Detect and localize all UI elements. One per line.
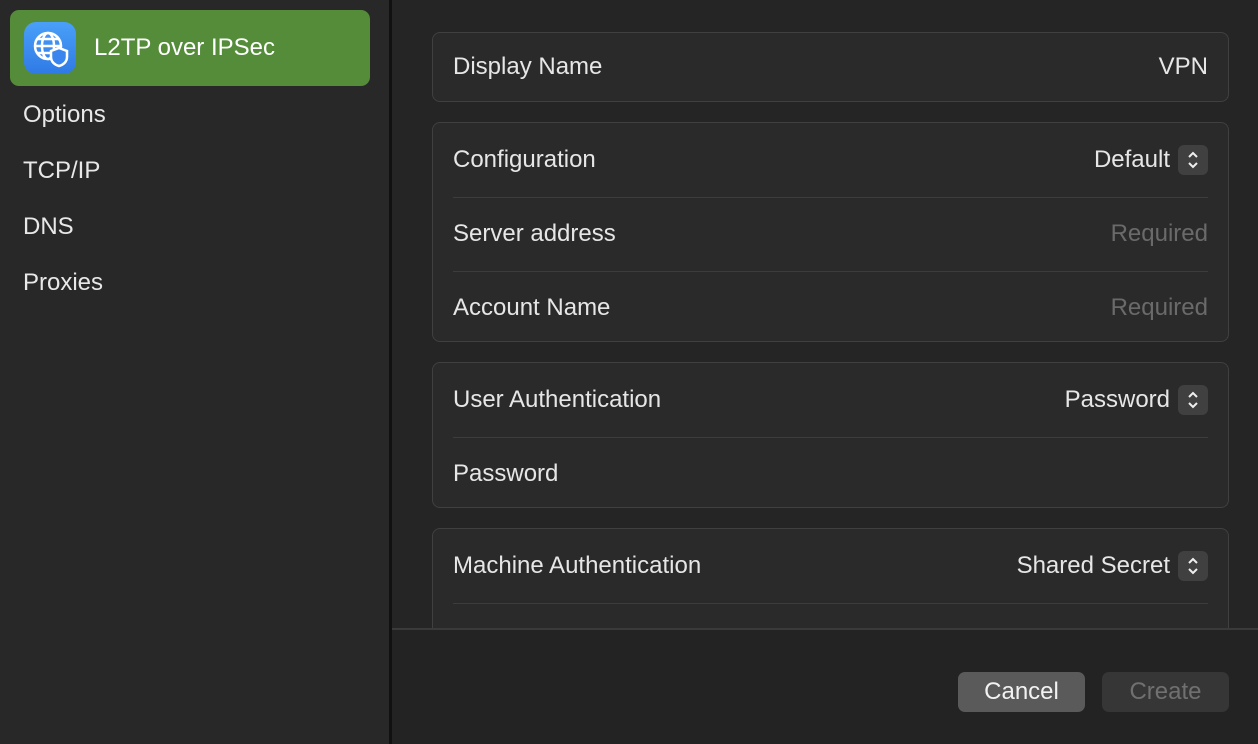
machine-auth-group: Machine Authentication Shared Secret (432, 528, 1229, 628)
chevron-up-down-icon (1178, 145, 1208, 175)
server-address-row: Server address Required (433, 197, 1228, 271)
sidebar-item-tcpip[interactable]: TCP/IP (23, 157, 100, 185)
user-authentication-popup[interactable]: Password (1065, 385, 1208, 415)
user-authentication-row: User Authentication Password (433, 363, 1228, 437)
sidebar-item-proxies[interactable]: Proxies (23, 269, 103, 297)
shared-secret-row (433, 603, 1228, 628)
settings-form: Display Name VPN Configuration Default S… (392, 0, 1258, 628)
configuration-popup[interactable]: Default (1094, 145, 1208, 175)
sidebar-item-dns[interactable]: DNS (23, 213, 74, 241)
user-auth-group: User Authentication Password Password (432, 362, 1229, 508)
chevron-up-down-icon (1178, 551, 1208, 581)
configuration-row: Configuration Default (433, 123, 1228, 197)
configuration-label: Configuration (453, 146, 596, 174)
account-name-label: Account Name (453, 294, 610, 322)
cancel-button[interactable]: Cancel (958, 672, 1085, 712)
password-row[interactable]: Password (433, 437, 1228, 508)
display-name-row[interactable]: Display Name VPN (433, 33, 1228, 101)
machine-authentication-popup[interactable]: Shared Secret (1017, 551, 1208, 581)
sidebar-item-options[interactable]: Options (23, 101, 106, 129)
server-group: Configuration Default Server address Req… (432, 122, 1229, 342)
password-label: Password (453, 460, 558, 488)
server-address-input[interactable]: Required (1111, 220, 1208, 248)
chevron-up-down-icon (1178, 385, 1208, 415)
user-authentication-label: User Authentication (453, 386, 661, 414)
server-address-label: Server address (453, 220, 616, 248)
configuration-value: Default (1094, 146, 1170, 174)
machine-authentication-row: Machine Authentication Shared Secret (433, 529, 1228, 603)
sidebar: L2TP over IPSec Options TCP/IP DNS Proxi… (0, 0, 390, 744)
account-name-row: Account Name Required (433, 271, 1228, 342)
create-button[interactable]: Create (1102, 672, 1229, 712)
machine-authentication-value: Shared Secret (1017, 552, 1170, 580)
account-name-input[interactable]: Required (1111, 294, 1208, 322)
dialog-footer: Cancel Create (392, 628, 1258, 744)
display-name-label: Display Name (453, 53, 602, 81)
sidebar-item-l2tp[interactable]: L2TP over IPSec (10, 10, 370, 86)
display-name-group: Display Name VPN (432, 32, 1229, 102)
user-authentication-value: Password (1065, 386, 1170, 414)
sidebar-item-label: L2TP over IPSec (94, 34, 275, 62)
machine-authentication-label: Machine Authentication (453, 552, 701, 580)
vpn-globe-shield-icon (24, 22, 76, 74)
display-name-field[interactable]: VPN (1159, 53, 1208, 81)
